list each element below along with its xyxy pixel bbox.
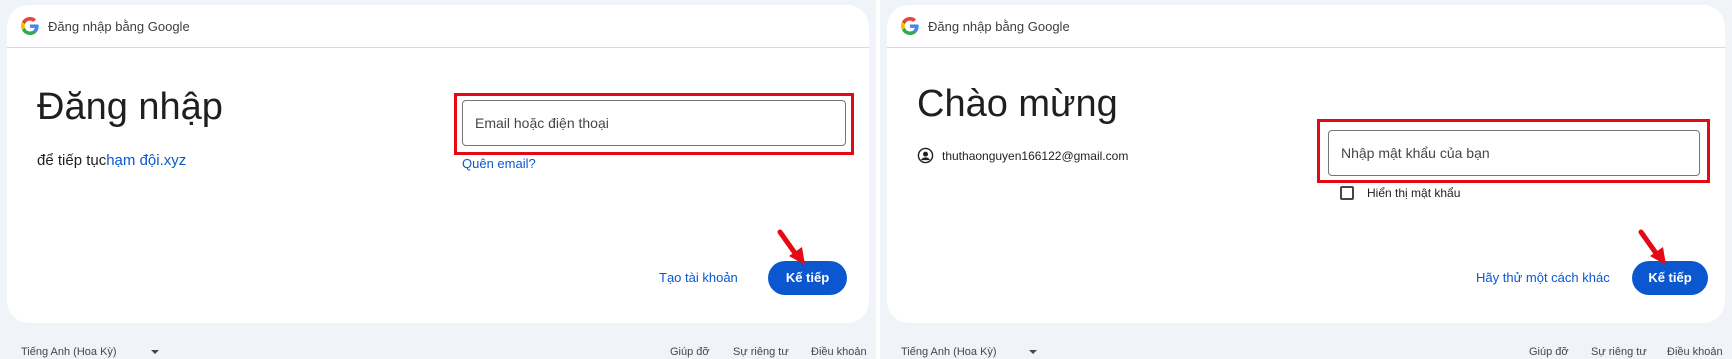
forgot-email-link[interactable]: Quên email? bbox=[462, 156, 536, 171]
help-link[interactable]: Giúp đỡ bbox=[1529, 346, 1569, 358]
language-selector[interactable]: Tiếng Anh (Hoa Kỳ) bbox=[21, 346, 117, 358]
terms-link[interactable]: Điều khoản bbox=[811, 346, 867, 358]
subtitle-prefix: để tiếp tục bbox=[37, 152, 107, 169]
page-title: Chào mừng bbox=[917, 83, 1118, 125]
account-circle-icon bbox=[917, 147, 934, 164]
page-title: Đăng nhập bbox=[37, 86, 223, 128]
create-account-link[interactable]: Tạo tài khoản bbox=[659, 270, 738, 285]
welcome-panel: Đăng nhập bằng Google Chào mừng thuthaon… bbox=[880, 0, 1732, 359]
language-selector[interactable]: Tiếng Anh (Hoa Kỳ) bbox=[901, 346, 997, 358]
highlight-box bbox=[454, 93, 854, 155]
highlight-box bbox=[1317, 119, 1710, 183]
account-chip[interactable]: thuthaonguyen166122@gmail.com bbox=[917, 147, 1128, 164]
subtitle: để tiếp tụchạm đội.xyz bbox=[37, 152, 186, 169]
help-link[interactable]: Giúp đỡ bbox=[670, 346, 710, 358]
privacy-link[interactable]: Sự riêng tư bbox=[1591, 346, 1647, 358]
red-arrow-icon bbox=[1638, 229, 1666, 265]
header-title: Đăng nhập bằng Google bbox=[48, 19, 190, 34]
welcome-card: Đăng nhập bằng Google Chào mừng thuthaon… bbox=[887, 5, 1725, 323]
privacy-link[interactable]: Sự riêng tư bbox=[733, 346, 789, 358]
sign-in-panel: Đăng nhập bằng Google Đăng nhập để tiếp … bbox=[0, 0, 876, 359]
caret-down-icon[interactable] bbox=[151, 350, 159, 354]
try-another-way-link[interactable]: Hãy thử một cách khác bbox=[1476, 270, 1610, 285]
google-g-icon bbox=[21, 17, 39, 35]
google-g-icon bbox=[901, 17, 919, 35]
app-link[interactable]: hạm đội.xyz bbox=[106, 152, 186, 169]
caret-down-icon[interactable] bbox=[1029, 350, 1037, 354]
account-email: thuthaonguyen166122@gmail.com bbox=[942, 148, 1129, 163]
show-password-label[interactable]: Hiển thị mật khẩu bbox=[1367, 186, 1460, 200]
card-header: Đăng nhập bằng Google bbox=[7, 5, 869, 48]
red-arrow-icon bbox=[777, 229, 805, 265]
header-title: Đăng nhập bằng Google bbox=[928, 19, 1070, 34]
card-header: Đăng nhập bằng Google bbox=[887, 5, 1725, 48]
sign-in-card: Đăng nhập bằng Google Đăng nhập để tiếp … bbox=[7, 5, 869, 323]
terms-link[interactable]: Điều khoản bbox=[1667, 346, 1723, 358]
show-password-checkbox[interactable] bbox=[1340, 186, 1354, 200]
